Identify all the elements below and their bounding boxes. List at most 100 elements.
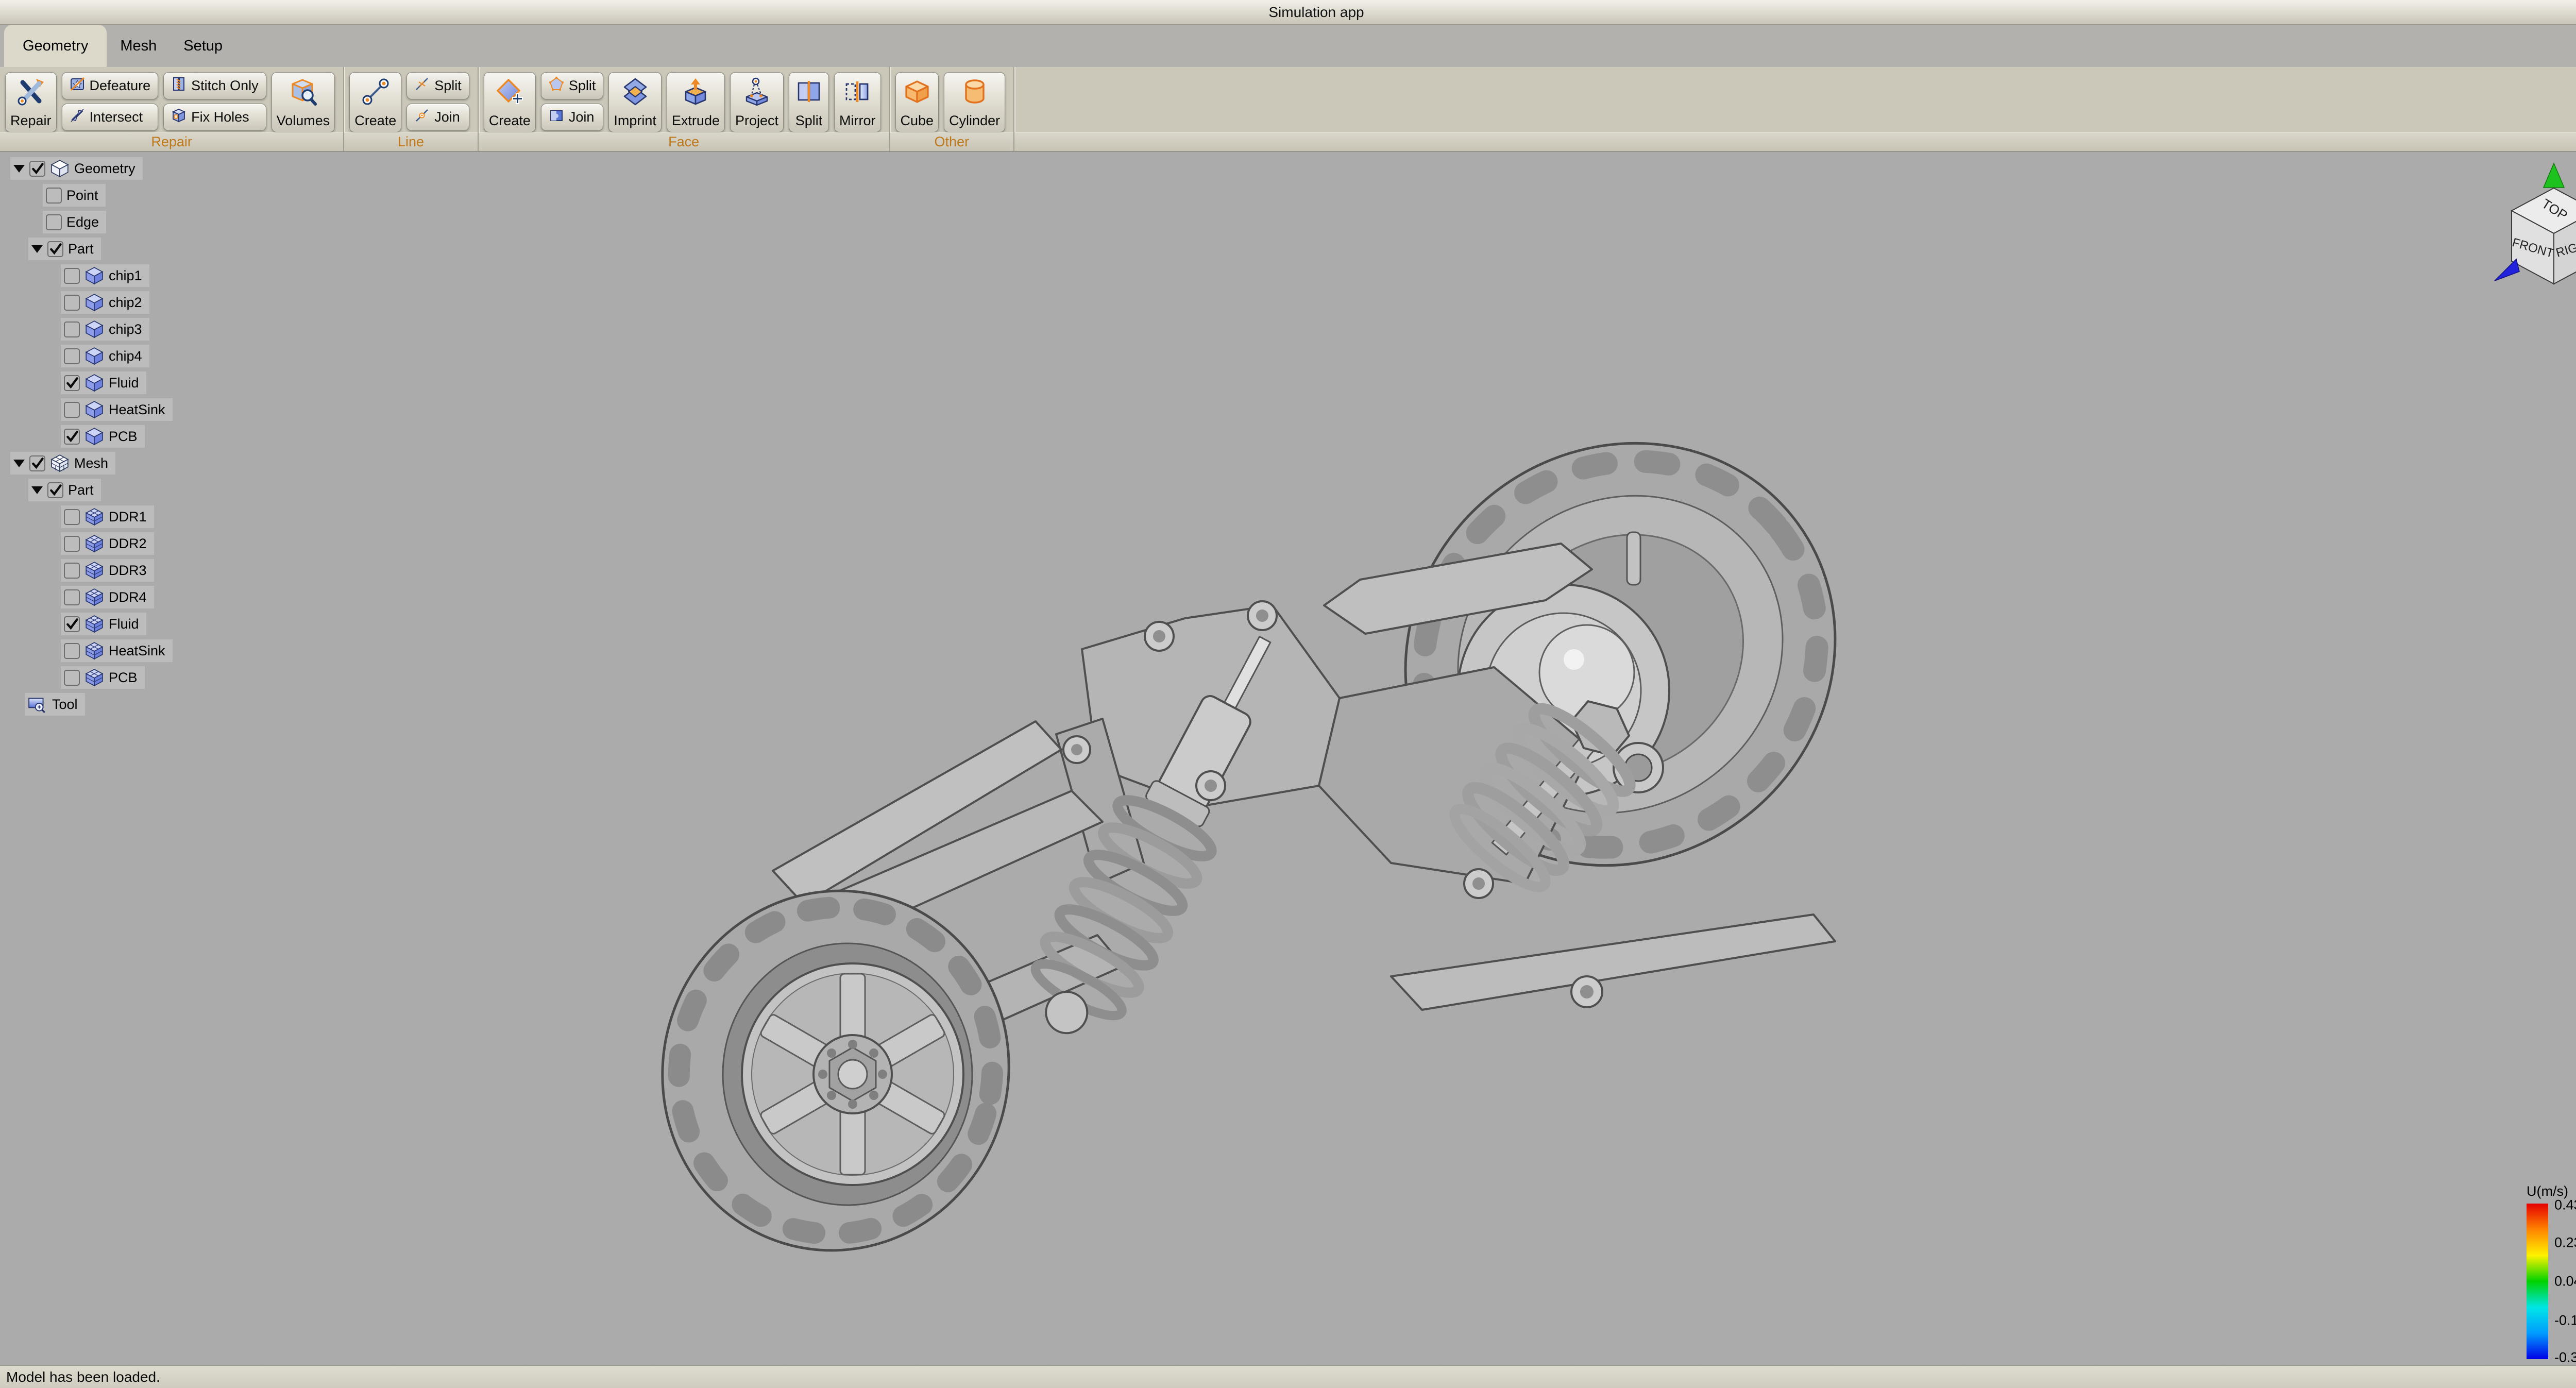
- face-split-icon: [549, 76, 564, 95]
- imprint-icon: [621, 77, 650, 110]
- checkbox[interactable]: [64, 509, 80, 525]
- model-tree: Geometry Point Edge Part chip1 chip2 chi…: [0, 157, 173, 716]
- tree-item-geometry-heatsink[interactable]: HeatSink: [0, 398, 173, 421]
- checkbox[interactable]: [46, 188, 62, 204]
- volumes-icon: [289, 77, 317, 110]
- tree-item-geometry-fluid[interactable]: Fluid: [0, 371, 173, 394]
- line-join-button[interactable]: Join: [406, 104, 469, 131]
- tree-item-mesh-part[interactable]: Part: [0, 479, 173, 501]
- checkbox[interactable]: [64, 536, 80, 552]
- tree-item-tool[interactable]: Tool: [0, 693, 173, 716]
- project-button[interactable]: Project: [730, 72, 784, 132]
- fix-holes-button[interactable]: Fix Holes: [163, 104, 266, 131]
- face-split-button[interactable]: Split: [541, 72, 604, 99]
- view-cube-axis-up: [2544, 163, 2564, 188]
- tree-item-ddr2[interactable]: DDR2: [0, 532, 173, 555]
- part-cube-icon: [84, 427, 104, 446]
- face-create-button[interactable]: Create: [484, 72, 536, 132]
- face-split-2-icon: [794, 77, 823, 110]
- expand-arrow[interactable]: [31, 486, 43, 500]
- tree-item-chip4[interactable]: chip4: [0, 345, 173, 367]
- checkbox[interactable]: [47, 241, 63, 257]
- mesh-part-cube-icon: [84, 641, 104, 661]
- viewport-3d[interactable]: Geometry Point Edge Part chip1 chip2 chi…: [0, 152, 2576, 1365]
- checkbox[interactable]: [46, 214, 62, 230]
- expand-arrow[interactable]: [13, 460, 25, 473]
- tab-mesh[interactable]: Mesh: [107, 25, 170, 67]
- line-split-icon: [414, 76, 430, 95]
- checkbox[interactable]: [64, 402, 80, 418]
- cube-button[interactable]: Cube: [895, 72, 939, 132]
- geometry-cube-icon: [50, 159, 70, 178]
- checkbox[interactable]: [64, 589, 80, 605]
- tree-item-edge[interactable]: Edge: [0, 211, 173, 233]
- repair-tools-icon: [16, 77, 45, 110]
- extrude-icon: [681, 77, 710, 110]
- repair-button[interactable]: Repair: [5, 72, 57, 132]
- tree-item-mesh[interactable]: Mesh: [0, 452, 173, 475]
- line-split-button[interactable]: Split: [406, 72, 469, 99]
- window-titlebar: Simulation app: [0, 0, 2576, 25]
- checkbox[interactable]: [64, 268, 80, 284]
- tree-item-chip1[interactable]: chip1: [0, 264, 173, 287]
- part-cube-icon: [84, 373, 104, 393]
- expand-arrow[interactable]: [13, 165, 25, 178]
- cylinder-button[interactable]: Cylinder: [944, 72, 1005, 132]
- checkbox[interactable]: [47, 482, 63, 498]
- model-3d[interactable]: [0, 152, 2576, 1365]
- extrude-button[interactable]: Extrude: [667, 72, 725, 132]
- checkbox[interactable]: [64, 321, 80, 337]
- tree-item-ddr3[interactable]: DDR3: [0, 559, 173, 582]
- tree-item-geometry[interactable]: Geometry: [0, 157, 173, 180]
- stitch-icon: [171, 76, 187, 95]
- tree-item-mesh-fluid[interactable]: Fluid: [0, 613, 173, 635]
- checkbox[interactable]: [29, 455, 45, 471]
- defeature-icon: [70, 76, 85, 95]
- stitch-only-button[interactable]: Stitch Only: [163, 72, 266, 99]
- tab-bar: Geometry Mesh Setup: [0, 25, 2576, 67]
- face-join-button[interactable]: Join: [541, 104, 604, 131]
- expand-arrow[interactable]: [31, 245, 43, 259]
- line-create-icon: [361, 77, 390, 110]
- ribbon-group-label-other: Other: [890, 132, 1014, 151]
- ribbon-toolbar: Repair Defeature Intersect: [0, 67, 2576, 152]
- checkbox[interactable]: [64, 563, 80, 579]
- tab-geometry[interactable]: Geometry: [4, 25, 107, 67]
- checkbox[interactable]: [29, 161, 45, 177]
- intersect-button[interactable]: Intersect: [62, 104, 159, 131]
- mirror-button[interactable]: Mirror: [834, 72, 880, 132]
- line-create-button[interactable]: Create: [349, 72, 401, 132]
- checkbox[interactable]: [64, 295, 80, 311]
- mesh-part-cube-icon: [84, 587, 104, 607]
- tree-item-geometry-part[interactable]: Part: [0, 238, 173, 260]
- tree-item-chip2[interactable]: chip2: [0, 291, 173, 314]
- line-join-icon: [414, 108, 430, 127]
- checkbox[interactable]: [64, 375, 80, 391]
- tree-item-mesh-pcb[interactable]: PCB: [0, 666, 173, 689]
- defeature-button[interactable]: Defeature: [62, 72, 159, 99]
- mesh-cube-icon: [50, 453, 70, 473]
- legend-colorbar: [2527, 1204, 2548, 1359]
- ribbon-group-other: Cube Cylinder Other: [889, 67, 1014, 151]
- checkbox[interactable]: [64, 429, 80, 445]
- tree-item-ddr4[interactable]: DDR4: [0, 586, 173, 608]
- imprint-button[interactable]: Imprint: [608, 72, 662, 132]
- tree-item-chip3[interactable]: chip3: [0, 318, 173, 341]
- legend-tick: 0.041565: [2554, 1274, 2576, 1290]
- tree-item-ddr1[interactable]: DDR1: [0, 505, 173, 528]
- volumes-button[interactable]: Volumes: [272, 72, 335, 132]
- face-create-icon: [495, 77, 524, 110]
- checkbox[interactable]: [64, 348, 80, 364]
- view-cube[interactable]: TOP FRONT RIGHT: [2489, 154, 2576, 298]
- tree-item-point[interactable]: Point: [0, 184, 173, 207]
- project-icon: [742, 77, 771, 110]
- checkbox[interactable]: [64, 616, 80, 632]
- tree-item-geometry-pcb[interactable]: PCB: [0, 425, 173, 448]
- legend-tick: -0.35405: [2554, 1349, 2576, 1365]
- face-split-2-button[interactable]: Split: [789, 72, 829, 132]
- checkbox[interactable]: [64, 643, 80, 659]
- tab-setup[interactable]: Setup: [170, 25, 236, 67]
- fix-holes-icon: [171, 108, 187, 127]
- tree-item-mesh-heatsink[interactable]: HeatSink: [0, 639, 173, 662]
- checkbox[interactable]: [64, 670, 80, 686]
